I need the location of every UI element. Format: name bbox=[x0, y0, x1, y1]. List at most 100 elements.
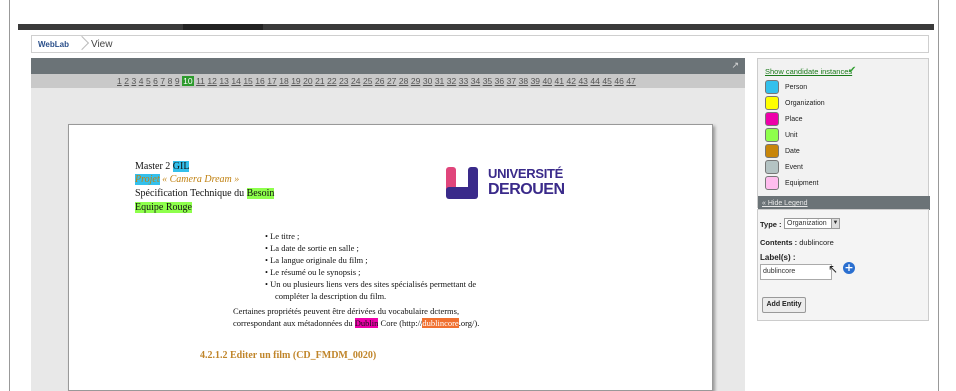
page-link-34[interactable]: 34 bbox=[471, 76, 480, 86]
page-link-25[interactable]: 25 bbox=[363, 76, 372, 86]
page-link-44[interactable]: 44 bbox=[590, 76, 599, 86]
legend-item-person[interactable]: Person bbox=[765, 79, 807, 95]
list-item: La date de sortie en salle ; bbox=[265, 242, 476, 254]
page-link-30[interactable]: 30 bbox=[423, 76, 432, 86]
legend-item-organization[interactable]: Organization bbox=[765, 95, 825, 111]
page-link-35[interactable]: 35 bbox=[483, 76, 492, 86]
color-swatch bbox=[765, 160, 779, 174]
legend-label: Person bbox=[785, 83, 808, 91]
page-link-23[interactable]: 23 bbox=[339, 76, 348, 86]
color-swatch bbox=[765, 112, 779, 126]
add-label-icon[interactable]: + bbox=[843, 262, 855, 274]
page-link-18[interactable]: 18 bbox=[279, 76, 288, 86]
page-link-3[interactable]: 3 bbox=[131, 76, 136, 86]
legend-item-equipment[interactable]: Equipment bbox=[765, 175, 818, 191]
entity-type-select[interactable]: Organization ▼ bbox=[784, 218, 840, 229]
entity-legend: Show candidate instances ✔ Person Organi… bbox=[757, 58, 930, 210]
doc-line-master: Master 2 GIL bbox=[135, 161, 190, 172]
active-top-tab[interactable] bbox=[183, 24, 263, 30]
chevron-right-icon bbox=[77, 35, 87, 53]
list-item: Le résumé ou le synopsis ; bbox=[265, 266, 476, 278]
legend-label: Organization bbox=[785, 99, 825, 107]
entity-highlight-unit[interactable]: Equipe Rouge bbox=[135, 202, 192, 213]
page-link-7[interactable]: 7 bbox=[160, 76, 165, 86]
breadcrumb-current: View bbox=[90, 38, 113, 50]
hide-legend-link[interactable]: « Hide Legend bbox=[762, 200, 808, 207]
page-link-5[interactable]: 5 bbox=[146, 76, 151, 86]
list-item-continued: compléter la description du film. bbox=[275, 291, 387, 301]
doc-text: Core (http:// bbox=[378, 318, 423, 328]
page-link-9[interactable]: 9 bbox=[175, 76, 180, 86]
page-link-6[interactable]: 6 bbox=[153, 76, 158, 86]
page-link-1[interactable]: 1 bbox=[117, 76, 122, 86]
doc-text-line: correspondant aux métadonnées du Dublin … bbox=[233, 317, 498, 329]
page-link-20[interactable]: 20 bbox=[303, 76, 312, 86]
page-link-10[interactable]: 10 bbox=[182, 76, 194, 86]
doc-paragraph: Certaines propriétés peuvent être dérivé… bbox=[233, 305, 498, 329]
page-link-15[interactable]: 15 bbox=[243, 76, 252, 86]
breadcrumb-home-link[interactable]: WebLab bbox=[32, 40, 77, 49]
page-link-13[interactable]: 13 bbox=[219, 76, 228, 86]
entity-highlight-person[interactable]: Projet bbox=[135, 174, 160, 185]
page-link-33[interactable]: 33 bbox=[459, 76, 468, 86]
page-link-22[interactable]: 22 bbox=[327, 76, 336, 86]
expand-icon[interactable]: ↗ bbox=[731, 60, 739, 71]
page-link-29[interactable]: 29 bbox=[411, 76, 420, 86]
page-link-32[interactable]: 32 bbox=[447, 76, 456, 86]
page-link-19[interactable]: 19 bbox=[291, 76, 300, 86]
page-link-4[interactable]: 4 bbox=[139, 76, 144, 86]
page-link-27[interactable]: 27 bbox=[387, 76, 396, 86]
page-link-8[interactable]: 8 bbox=[168, 76, 173, 86]
page-link-47[interactable]: 47 bbox=[626, 76, 635, 86]
add-entity-button[interactable]: Add Entity bbox=[762, 297, 806, 313]
page-link-17[interactable]: 17 bbox=[267, 76, 276, 86]
select-value: Organization bbox=[787, 220, 827, 227]
page-link-39[interactable]: 39 bbox=[531, 76, 540, 86]
doc-text: Certaines propriétés peuvent être dérivé… bbox=[233, 306, 460, 316]
show-candidate-instances-link[interactable]: Show candidate instances bbox=[765, 67, 852, 76]
legend-item-date[interactable]: Date bbox=[765, 143, 800, 159]
page-link-36[interactable]: 36 bbox=[495, 76, 504, 86]
page-link-2[interactable]: 2 bbox=[124, 76, 129, 86]
page-link-43[interactable]: 43 bbox=[578, 76, 587, 86]
entity-editor-panel: Type : Organization ▼ Contents : dublinc… bbox=[757, 209, 929, 321]
right-frame-border bbox=[938, 0, 956, 391]
page-link-26[interactable]: 26 bbox=[375, 76, 384, 86]
page-link-21[interactable]: 21 bbox=[315, 76, 324, 86]
document-viewer: ↗ 1 2 3 4 5 6 7 8 9 10 11 12 13 14 15 16 17 18 19 20 21 22 23 2… bbox=[31, 58, 745, 391]
logo-text-rouen: DEROUEN bbox=[488, 181, 565, 198]
doc-text: Spécification Technique du bbox=[135, 188, 247, 199]
page-link-40[interactable]: 40 bbox=[543, 76, 552, 86]
entity-highlight-place[interactable]: Dublin bbox=[354, 318, 379, 328]
page-link-38[interactable]: 38 bbox=[519, 76, 528, 86]
legend-label: Date bbox=[785, 147, 800, 155]
page-link-16[interactable]: 16 bbox=[255, 76, 264, 86]
page-link-12[interactable]: 12 bbox=[207, 76, 216, 86]
legend-item-place[interactable]: Place bbox=[765, 111, 803, 127]
page-link-37[interactable]: 37 bbox=[507, 76, 516, 86]
page-link-45[interactable]: 45 bbox=[602, 76, 611, 86]
legend-label: Unit bbox=[785, 131, 798, 139]
label-input[interactable]: dublincore bbox=[760, 264, 832, 280]
breadcrumb: WebLab View bbox=[31, 35, 929, 53]
color-swatch bbox=[765, 176, 779, 190]
doc-line-equipe: Equipe Rouge bbox=[135, 202, 192, 213]
page-link-24[interactable]: 24 bbox=[351, 76, 360, 86]
entity-highlight-person[interactable]: GIL bbox=[172, 161, 190, 172]
page-link-41[interactable]: 41 bbox=[555, 76, 564, 86]
doc-text: « Camera Dream » bbox=[159, 174, 240, 185]
page-link-14[interactable]: 14 bbox=[231, 76, 240, 86]
entity-highlight-unit[interactable]: Besoin bbox=[246, 188, 275, 199]
page-link-46[interactable]: 46 bbox=[614, 76, 623, 86]
entity-highlight-selected[interactable]: dublincore bbox=[422, 318, 459, 328]
top-toolbar bbox=[18, 24, 934, 30]
page-link-11[interactable]: 11 bbox=[196, 76, 205, 86]
legend-item-event[interactable]: Event bbox=[765, 159, 803, 175]
page-link-31[interactable]: 31 bbox=[435, 76, 444, 86]
page-link-42[interactable]: 42 bbox=[566, 76, 575, 86]
color-swatch bbox=[765, 80, 779, 94]
page-link-28[interactable]: 28 bbox=[399, 76, 408, 86]
legend-item-unit[interactable]: Unit bbox=[765, 127, 797, 143]
legend-label: Equipment bbox=[785, 179, 819, 187]
universite-rouen-logo: UNIVERSITÉ DEROUEN bbox=[444, 163, 565, 203]
